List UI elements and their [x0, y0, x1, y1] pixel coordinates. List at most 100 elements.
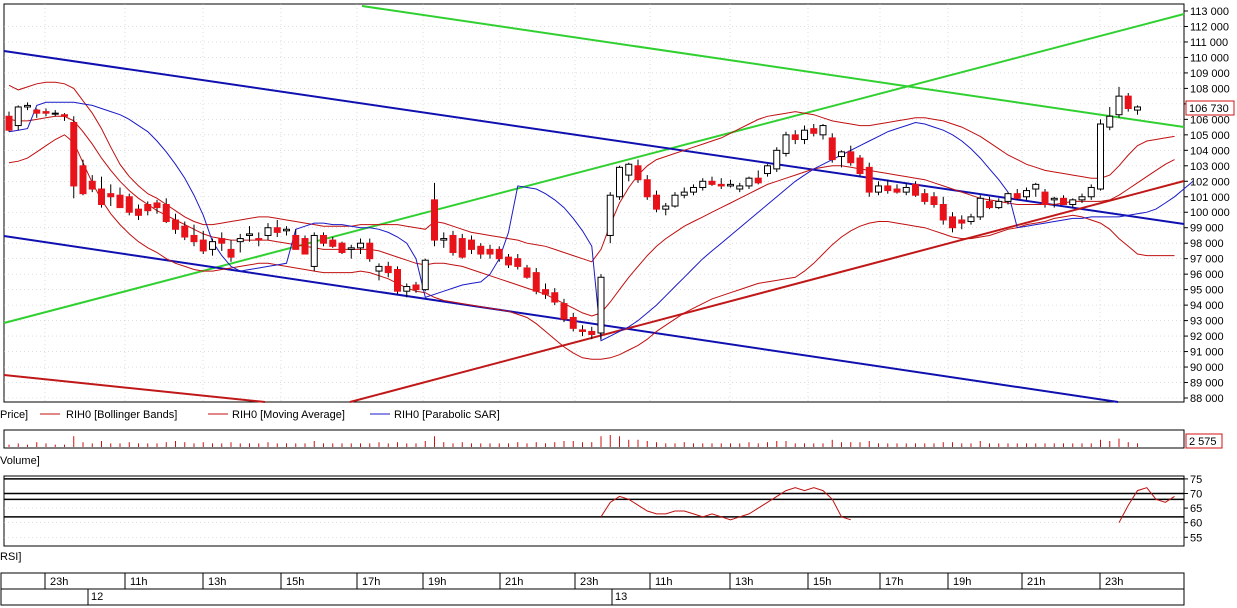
candle-body-up: [246, 233, 253, 236]
candle-body-down: [61, 114, 68, 117]
candle-body-down: [5, 115, 13, 131]
candle-body-up: [902, 186, 910, 193]
candle-body-up: [24, 104, 31, 108]
price-tick-label: 98 000: [1190, 238, 1224, 250]
candle-body-down: [810, 128, 818, 134]
candle-body-down: [329, 239, 337, 247]
candle-body-up: [310, 234, 318, 267]
hour-label: 17h: [885, 576, 903, 588]
candle-body-up: [875, 185, 882, 193]
price-tick-label: 95 000: [1190, 285, 1224, 297]
candle-body-down: [930, 196, 938, 205]
candle-body-up: [764, 165, 771, 175]
candle-body-down: [653, 194, 660, 210]
candle-body-down: [338, 242, 346, 253]
rsi-panel: [3, 475, 1185, 547]
candle: [1124, 93, 1132, 112]
candle-body-down: [181, 225, 189, 238]
candle-body-up: [597, 276, 605, 334]
candle-body-down: [505, 256, 512, 266]
volume-label: Volume]: [0, 455, 40, 467]
rsi-tick-label: 75: [1190, 474, 1202, 486]
candle: [310, 232, 318, 272]
candle-body-up: [440, 238, 448, 241]
candle: [865, 162, 873, 197]
candle-body-down: [125, 196, 133, 213]
rsi-label: RSI]: [0, 551, 21, 563]
candle-body-up: [1023, 190, 1030, 198]
candle-body-up: [745, 177, 753, 187]
candle-body-down: [708, 180, 716, 185]
candle-body-down: [107, 193, 115, 198]
candle: [1097, 119, 1104, 191]
candle-body-down: [893, 188, 901, 193]
price-tick-label: 92 000: [1190, 331, 1224, 343]
price-tick-label: 108 000: [1190, 83, 1230, 95]
candle: [125, 193, 133, 216]
candle-body-down: [135, 208, 142, 216]
candle-body-down: [384, 265, 392, 274]
candle: [301, 235, 309, 255]
candle-body-down: [477, 245, 485, 255]
candle-body-down: [717, 183, 725, 187]
candle: [856, 154, 864, 177]
price-tick-label: 110 000: [1190, 52, 1229, 64]
hour-label: 15h: [286, 576, 304, 588]
candle-body-up: [727, 183, 734, 187]
candle-body-up: [819, 125, 827, 136]
candle-body-down: [98, 188, 105, 206]
candle-body-down: [199, 239, 207, 252]
candle-body-down: [921, 193, 929, 202]
candle-body-down: [172, 219, 179, 230]
candle-body-down: [144, 204, 152, 212]
candle-body-up: [209, 241, 216, 250]
candle-body-up: [606, 194, 614, 236]
price-axis: 113 000 112 000 111 000 110 000 109 000 108 0…: [1184, 6, 1230, 405]
candle-body-down: [1124, 95, 1132, 110]
rsi-axis: 75 70 65 60 55: [1184, 474, 1202, 544]
price-tick-label: 112 000: [1190, 21, 1229, 33]
candle-body-down: [227, 248, 235, 258]
price-tick-label: 100 000: [1190, 207, 1230, 219]
candle-body-up: [1115, 95, 1123, 116]
hour-label: 19h: [953, 576, 971, 588]
candle-body-up: [1106, 115, 1114, 128]
hour-label: 19h: [428, 576, 446, 588]
rsi-tick-label: 55: [1190, 532, 1202, 544]
day-label: 13: [615, 591, 627, 603]
candle-body-up: [236, 238, 244, 243]
candle-body-down: [486, 248, 494, 255]
candle-body-down: [523, 267, 531, 278]
hour-label: 23h: [580, 576, 598, 588]
candle-body-up: [699, 180, 707, 188]
candle-body-up: [1050, 197, 1058, 201]
candle: [616, 165, 623, 200]
candle-body-down: [634, 165, 642, 181]
candle-body-up: [421, 259, 429, 291]
candle-body-up: [357, 242, 364, 249]
rsi-tick-label: 65: [1190, 503, 1202, 515]
candle: [828, 133, 836, 163]
candle-body-down: [1013, 193, 1021, 199]
candle-body-down: [292, 234, 300, 250]
last-price-tag: 106 730: [1185, 100, 1235, 116]
candle-body-down: [865, 166, 873, 193]
candle-body-down: [542, 289, 549, 295]
candle-body-up: [680, 191, 688, 196]
candle-body-down: [532, 272, 540, 292]
candle-body-up: [1087, 186, 1095, 198]
candle-body-down: [301, 238, 309, 255]
candle-body-down: [847, 151, 855, 164]
candle-body-down: [273, 227, 281, 233]
candle-body-down: [394, 269, 401, 292]
price-tick-label: 99 000: [1190, 223, 1224, 235]
price-tick-label: 93 000: [1190, 316, 1224, 328]
legend-bollinger: RIH0 [Bollinger Bands]: [66, 409, 177, 421]
candle-body-down: [791, 134, 799, 140]
candle-body-down: [162, 204, 170, 223]
candle-body-up: [967, 216, 975, 223]
candle-body-down: [468, 239, 475, 250]
candle-body-up: [671, 194, 679, 207]
hour-label: 23h: [50, 576, 68, 588]
rsi-tick-label: 60: [1190, 518, 1202, 530]
